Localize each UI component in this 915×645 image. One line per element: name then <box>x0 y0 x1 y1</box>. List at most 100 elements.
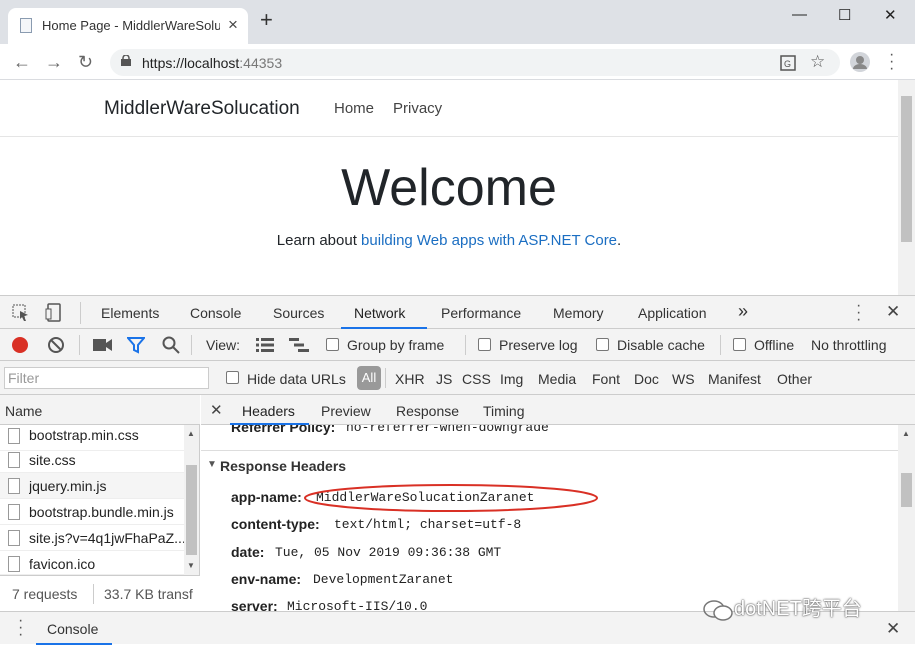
device-toolbar-icon[interactable] <box>45 303 63 323</box>
waterfall-icon[interactable] <box>289 338 309 352</box>
forward-icon[interactable]: → <box>45 52 63 73</box>
tab-network[interactable]: Network <box>354 305 405 321</box>
tab-timing[interactable]: Timing <box>483 403 525 419</box>
tab-title: Home Page - MiddlerWareSolucation <box>42 18 220 33</box>
scroll-up-icon[interactable]: ▲ <box>902 429 910 438</box>
maximize-icon[interactable]: ☐ <box>838 6 851 24</box>
requests-scroll-thumb[interactable] <box>186 465 197 555</box>
filter-xhr[interactable]: XHR <box>395 371 425 387</box>
filter-icon[interactable] <box>127 336 145 354</box>
window-close-icon[interactable]: ✕ <box>884 6 897 24</box>
network-status-bar: 7 requests 33.7 KB transf <box>0 575 200 611</box>
hide-data-urls-label: Hide data URLs <box>247 371 346 387</box>
request-row[interactable]: favicon.ico <box>0 551 184 575</box>
collapse-triangle-icon[interactable]: ▼ <box>207 459 217 470</box>
new-tab-icon[interactable]: + <box>260 9 273 31</box>
browser-toolbar: ← → ↻ https://localhost:44353 G ☆ · · · <box>0 44 915 80</box>
request-count: 7 requests <box>12 586 78 602</box>
welcome-heading: Welcome <box>341 159 557 217</box>
drawer-menu-icon[interactable]: · · · <box>18 613 23 643</box>
tab-close-icon[interactable]: × <box>228 15 238 35</box>
filter-media[interactable]: Media <box>538 371 576 387</box>
group-by-frame-checkbox[interactable] <box>326 338 339 351</box>
large-rows-icon[interactable] <box>256 338 274 352</box>
address-bar[interactable]: https://localhost:44353 G ☆ <box>110 49 840 76</box>
aspnet-docs-link[interactable]: building Web apps with ASP.NET Core <box>361 232 617 249</box>
filter-all[interactable]: All <box>357 366 381 390</box>
filter-manifest[interactable]: Manifest <box>708 371 761 387</box>
reload-icon[interactable]: ↻ <box>78 52 93 73</box>
header-key: env-name: <box>231 571 302 587</box>
translate-icon[interactable]: G <box>780 55 796 71</box>
svg-text:G: G <box>784 59 791 69</box>
network-toolbar: View: Group by frame Preserve log Disabl… <box>0 329 915 361</box>
tab-console[interactable]: Console <box>190 305 241 321</box>
screenshot-camera-icon[interactable] <box>93 338 113 352</box>
tab-performance[interactable]: Performance <box>441 305 521 321</box>
throttling-select[interactable]: No throttling <box>811 337 886 353</box>
web-page: MiddlerWareSolucation Home Privacy Welco… <box>0 80 898 295</box>
search-icon[interactable] <box>162 336 180 354</box>
tab-elements[interactable]: Elements <box>101 305 159 321</box>
name-column-header[interactable]: Name <box>0 395 200 425</box>
back-icon[interactable]: ← <box>13 52 31 73</box>
drawer-close-icon[interactable]: ✕ <box>886 619 900 639</box>
header-value: Microsoft-IIS/10.0 <box>287 599 428 611</box>
request-row[interactable]: site.css <box>0 447 184 473</box>
devtools-menu-icon[interactable]: · · · <box>856 298 861 328</box>
detail-scrollbar[interactable] <box>898 425 915 611</box>
request-name: bootstrap.min.css <box>29 427 139 443</box>
browser-tab[interactable]: Home Page - MiddlerWareSolucation × <box>8 8 248 44</box>
learn-text: Learn about building Web apps with ASP.N… <box>276 232 622 249</box>
nav-home-link[interactable]: Home <box>334 100 374 117</box>
tab-sources[interactable]: Sources <box>273 305 324 321</box>
tab-headers[interactable]: Headers <box>242 403 295 419</box>
filter-css[interactable]: CSS <box>462 371 491 387</box>
close-detail-icon[interactable]: ✕ <box>210 401 223 419</box>
clear-icon[interactable] <box>47 336 65 354</box>
hide-data-urls-checkbox[interactable] <box>226 371 239 384</box>
drawer-tab-console[interactable]: Console <box>47 621 98 637</box>
file-icon <box>8 504 20 520</box>
record-icon[interactable] <box>11 336 29 354</box>
page-scroll-thumb[interactable] <box>901 96 912 242</box>
scroll-up-icon[interactable]: ▲ <box>187 429 195 438</box>
menu-kebab-icon[interactable]: · · · <box>889 47 894 77</box>
offline-checkbox[interactable] <box>733 338 746 351</box>
site-brand[interactable]: MiddlerWareSolucation <box>104 98 300 120</box>
request-row[interactable]: site.js?v=4q1jwFhaPaZ... <box>0 525 184 551</box>
filter-font[interactable]: Font <box>592 371 620 387</box>
detail-scroll-thumb[interactable] <box>901 473 912 507</box>
lock-icon <box>121 55 131 66</box>
filter-js[interactable]: JS <box>436 371 452 387</box>
preserve-log-checkbox[interactable] <box>478 338 491 351</box>
tab-memory[interactable]: Memory <box>553 305 604 321</box>
tab-preview[interactable]: Preview <box>321 403 371 419</box>
tab-application[interactable]: Application <box>638 305 707 321</box>
filter-img[interactable]: Img <box>500 371 523 387</box>
scroll-down-icon[interactable]: ▼ <box>187 561 195 570</box>
detail-tabbar: ✕ Headers Preview Response Timing <box>201 395 915 425</box>
minimize-icon[interactable]: — <box>792 6 807 23</box>
filter-doc[interactable]: Doc <box>634 371 659 387</box>
tab-response[interactable]: Response <box>396 403 459 419</box>
header-value: DevelopmentZaranet <box>313 572 454 587</box>
filter-other[interactable]: Other <box>777 371 812 387</box>
transfer-size: 33.7 KB transf <box>104 586 193 602</box>
profile-avatar-icon[interactable] <box>850 52 870 72</box>
navbar-divider <box>0 136 898 137</box>
request-name: favicon.ico <box>29 556 96 572</box>
nav-privacy-link[interactable]: Privacy <box>393 100 442 117</box>
devtools-close-icon[interactable]: ✕ <box>886 302 900 322</box>
disable-cache-label: Disable cache <box>617 337 705 353</box>
header-key: app-name: <box>231 489 302 505</box>
disable-cache-checkbox[interactable] <box>596 338 609 351</box>
more-tabs-icon[interactable]: » <box>738 301 748 322</box>
request-row[interactable]: jquery.min.js <box>0 473 184 499</box>
bookmark-star-icon[interactable]: ☆ <box>810 52 825 72</box>
filter-ws[interactable]: WS <box>672 371 695 387</box>
request-row[interactable]: bootstrap.bundle.min.js <box>0 499 184 525</box>
response-headers-title[interactable]: Response Headers <box>220 458 346 474</box>
inspect-element-icon[interactable] <box>12 304 30 322</box>
url-text: https://localhost:44353 <box>142 55 283 71</box>
